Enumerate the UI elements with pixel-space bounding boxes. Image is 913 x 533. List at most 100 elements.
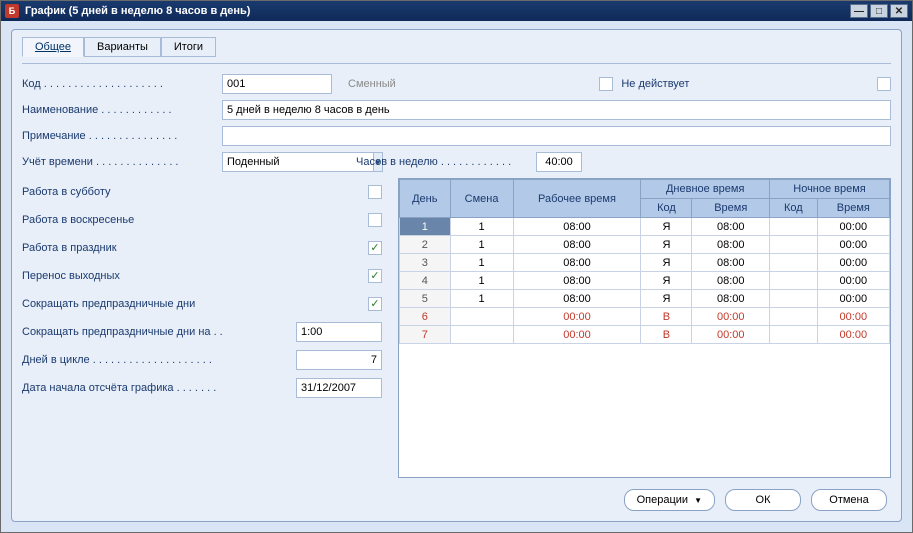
- table-cell[interactable]: 1: [400, 218, 451, 236]
- shift-weekends-checkbox[interactable]: [368, 269, 382, 283]
- table-cell[interactable]: 08:00: [692, 218, 770, 236]
- titlebar: Б График (5 дней в неделю 8 часов в день…: [1, 1, 912, 21]
- code-input[interactable]: [222, 74, 332, 94]
- minimize-button[interactable]: —: [850, 4, 868, 18]
- table-cell[interactable]: В: [641, 308, 692, 326]
- cycle-days-input[interactable]: [296, 350, 382, 370]
- table-cell[interactable]: 00:00: [692, 326, 770, 344]
- shorten-by-label: Сокращать предпраздничные дни на . .: [22, 326, 296, 338]
- operations-button[interactable]: Операции ▼: [624, 489, 715, 511]
- table-cell[interactable]: 1: [450, 236, 513, 254]
- start-date-label: Дата начала отсчёта графика . . . . . . …: [22, 382, 296, 394]
- table-cell[interactable]: Я: [641, 218, 692, 236]
- time-account-value[interactable]: [222, 152, 373, 172]
- table-cell[interactable]: 4: [400, 272, 451, 290]
- table-cell[interactable]: Я: [641, 272, 692, 290]
- code-label: Код . . . . . . . . . . . . . . . . . . …: [22, 78, 222, 90]
- hours-per-week-input[interactable]: [536, 152, 582, 172]
- th-shift: Смена: [450, 180, 513, 218]
- table-cell[interactable]: 6: [400, 308, 451, 326]
- tab-variants[interactable]: Варианты: [84, 37, 161, 57]
- tab-totals[interactable]: Итоги: [161, 37, 216, 57]
- maximize-button[interactable]: □: [870, 4, 888, 18]
- shift-label: Сменный: [348, 78, 396, 90]
- holiday-checkbox[interactable]: [368, 241, 382, 255]
- table-cell[interactable]: [450, 326, 513, 344]
- table-cell[interactable]: [770, 290, 818, 308]
- shorten-preholiday-checkbox[interactable]: [368, 297, 382, 311]
- inactive-checkbox[interactable]: [599, 77, 613, 91]
- table-row[interactable]: 700:00В00:0000:00: [400, 326, 890, 344]
- table-row[interactable]: 600:00В00:0000:00: [400, 308, 890, 326]
- table-cell[interactable]: 00:00: [817, 254, 889, 272]
- table-cell[interactable]: 5: [400, 290, 451, 308]
- operations-label: Операции: [637, 494, 688, 506]
- table-row[interactable]: 4108:00Я08:0000:00: [400, 272, 890, 290]
- shorten-preholiday-label: Сокращать предпраздничные дни: [22, 298, 368, 310]
- table-cell[interactable]: [770, 326, 818, 344]
- table-cell[interactable]: [770, 254, 818, 272]
- table-cell[interactable]: Я: [641, 254, 692, 272]
- table-cell[interactable]: 1: [450, 218, 513, 236]
- table-cell[interactable]: [770, 308, 818, 326]
- saturday-checkbox[interactable]: [368, 185, 382, 199]
- tab-general[interactable]: Общее: [22, 37, 84, 57]
- table-cell[interactable]: 00:00: [817, 272, 889, 290]
- table-cell[interactable]: 00:00: [513, 308, 641, 326]
- table-cell[interactable]: 1: [450, 290, 513, 308]
- table-cell[interactable]: 08:00: [513, 236, 641, 254]
- table-cell[interactable]: 00:00: [817, 290, 889, 308]
- table-cell[interactable]: 08:00: [692, 236, 770, 254]
- note-input[interactable]: [222, 126, 891, 146]
- extra-checkbox[interactable]: [877, 77, 891, 91]
- sunday-checkbox[interactable]: [368, 213, 382, 227]
- table-cell[interactable]: 00:00: [817, 236, 889, 254]
- start-date-input[interactable]: [296, 378, 382, 398]
- table-cell[interactable]: 08:00: [513, 218, 641, 236]
- table-cell[interactable]: 7: [400, 326, 451, 344]
- table-cell[interactable]: [770, 236, 818, 254]
- table-cell[interactable]: Я: [641, 236, 692, 254]
- time-account-select[interactable]: ▼: [222, 152, 332, 172]
- table-row[interactable]: 1108:00Я08:0000:00: [400, 218, 890, 236]
- footer-buttons: Операции ▼ ОК Отмена: [624, 489, 887, 511]
- table-row[interactable]: 2108:00Я08:0000:00: [400, 236, 890, 254]
- cancel-button[interactable]: Отмена: [811, 489, 887, 511]
- table-cell[interactable]: 08:00: [692, 272, 770, 290]
- th-nighttime: Ночное время: [770, 180, 890, 199]
- table-cell[interactable]: 00:00: [513, 326, 641, 344]
- th-daytime: Дневное время: [641, 180, 770, 199]
- sunday-label: Работа в воскресенье: [22, 214, 368, 226]
- table-cell[interactable]: 00:00: [817, 326, 889, 344]
- name-input[interactable]: [222, 100, 891, 120]
- table-cell[interactable]: 08:00: [513, 290, 641, 308]
- ok-button[interactable]: ОК: [725, 489, 801, 511]
- table-cell[interactable]: 1: [450, 254, 513, 272]
- th-night-time: Время: [817, 199, 889, 218]
- schedule-table[interactable]: День Смена Рабочее время Дневное время Н…: [399, 179, 890, 344]
- table-row[interactable]: 3108:00Я08:0000:00: [400, 254, 890, 272]
- table-cell[interactable]: Я: [641, 290, 692, 308]
- schedule-table-wrap: День Смена Рабочее время Дневное время Н…: [398, 178, 891, 478]
- table-cell[interactable]: [770, 272, 818, 290]
- table-cell[interactable]: 2: [400, 236, 451, 254]
- table-cell[interactable]: 3: [400, 254, 451, 272]
- table-cell[interactable]: 08:00: [692, 290, 770, 308]
- table-cell[interactable]: 08:00: [513, 254, 641, 272]
- table-cell[interactable]: 08:00: [513, 272, 641, 290]
- table-cell[interactable]: [450, 308, 513, 326]
- table-cell[interactable]: 00:00: [817, 218, 889, 236]
- table-cell[interactable]: 00:00: [817, 308, 889, 326]
- table-cell[interactable]: 1: [450, 272, 513, 290]
- table-cell[interactable]: 00:00: [692, 308, 770, 326]
- window-title: График (5 дней в неделю 8 часов в день): [25, 5, 250, 17]
- close-button[interactable]: ✕: [890, 4, 908, 18]
- cycle-days-label: Дней в цикле . . . . . . . . . . . . . .…: [22, 354, 296, 366]
- shorten-by-input[interactable]: [296, 322, 382, 342]
- note-label: Примечание . . . . . . . . . . . . . . .: [22, 130, 222, 142]
- table-cell[interactable]: 08:00: [692, 254, 770, 272]
- name-label: Наименование . . . . . . . . . . . .: [22, 104, 222, 116]
- table-row[interactable]: 5108:00Я08:0000:00: [400, 290, 890, 308]
- table-cell[interactable]: В: [641, 326, 692, 344]
- table-cell[interactable]: [770, 218, 818, 236]
